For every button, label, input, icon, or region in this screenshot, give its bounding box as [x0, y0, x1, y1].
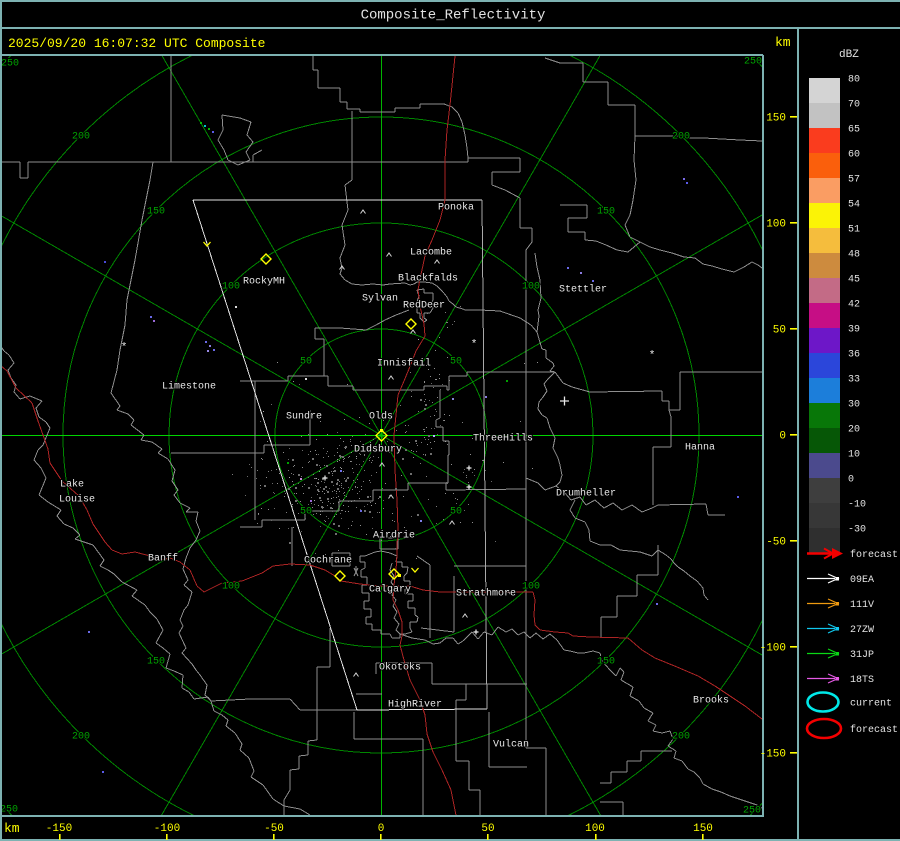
svg-text:50: 50 [300, 507, 312, 518]
svg-text:48: 48 [848, 250, 860, 261]
svg-text:-100: -100 [760, 643, 786, 655]
svg-text:39: 39 [848, 325, 860, 336]
svg-text:Drumheller: Drumheller [556, 488, 616, 500]
svg-text:*: * [121, 342, 128, 354]
svg-text:current: current [850, 699, 892, 710]
svg-text:Blackfalds: Blackfalds [398, 273, 458, 285]
svg-text:100: 100 [222, 282, 240, 293]
svg-text:200: 200 [672, 732, 690, 743]
svg-text:150: 150 [147, 207, 165, 218]
svg-text:250: 250 [744, 57, 762, 68]
svg-text:-30: -30 [848, 525, 866, 536]
svg-text:Hanna: Hanna [685, 443, 715, 454]
svg-text:0: 0 [779, 431, 786, 443]
svg-text:09EA: 09EA [850, 575, 874, 586]
svg-text:Sundre: Sundre [286, 411, 322, 423]
svg-text:150: 150 [597, 657, 615, 668]
svg-text:0: 0 [848, 475, 854, 486]
svg-text:Innisfail: Innisfail [377, 358, 431, 370]
svg-text:dBZ: dBZ [839, 49, 859, 61]
svg-text:27ZW: 27ZW [850, 625, 874, 636]
svg-text:Limestone: Limestone [162, 381, 216, 393]
svg-text:250: 250 [0, 805, 18, 816]
svg-text:*: * [649, 350, 656, 362]
svg-text:Louise: Louise [59, 494, 95, 506]
svg-text:-150: -150 [46, 823, 72, 835]
svg-text:*: * [471, 339, 478, 351]
svg-text:-100: -100 [154, 823, 180, 835]
svg-text:100: 100 [522, 282, 540, 293]
svg-text:60: 60 [848, 150, 860, 161]
svg-text:50: 50 [773, 325, 786, 337]
svg-text:forecast: forecast [850, 549, 898, 561]
svg-text:70: 70 [848, 100, 860, 111]
svg-text:150: 150 [147, 657, 165, 668]
svg-text:Okotoks: Okotoks [379, 662, 421, 674]
svg-text:42: 42 [848, 300, 860, 311]
svg-text:Didsbury: Didsbury [354, 444, 402, 456]
svg-text:50: 50 [450, 507, 462, 518]
svg-text:50: 50 [481, 823, 494, 835]
svg-text:ThreeHills: ThreeHills [473, 433, 533, 445]
svg-text:33: 33 [848, 375, 860, 386]
svg-text:150: 150 [597, 207, 615, 218]
svg-text:Lake: Lake [60, 479, 84, 491]
svg-text:-50: -50 [766, 537, 786, 549]
svg-text:57: 57 [848, 175, 860, 186]
svg-text:150: 150 [693, 823, 713, 835]
svg-text:km: km [775, 35, 791, 50]
svg-text:18TS: 18TS [850, 675, 874, 686]
svg-text:Cochrane: Cochrane [304, 555, 352, 567]
svg-text:RedDeer: RedDeer [403, 300, 445, 312]
svg-text:150: 150 [766, 113, 786, 125]
svg-text:Olds: Olds [369, 411, 393, 423]
svg-text:45: 45 [848, 275, 860, 286]
svg-text:36: 36 [848, 350, 860, 361]
svg-text:Calgary: Calgary [369, 584, 411, 596]
svg-text:65: 65 [848, 125, 860, 136]
svg-text:Vulcan: Vulcan [493, 739, 529, 751]
svg-text:forecast: forecast [850, 724, 898, 736]
svg-text:Strathmore: Strathmore [456, 588, 516, 600]
svg-text:-50: -50 [264, 823, 284, 835]
svg-text:100: 100 [585, 823, 605, 835]
svg-text:-10: -10 [848, 500, 866, 511]
svg-text:Composite_Reflectivity: Composite_Reflectivity [361, 8, 546, 24]
svg-text:Sylvan: Sylvan [362, 293, 398, 305]
svg-text:100: 100 [222, 582, 240, 593]
svg-text:Airdrie: Airdrie [373, 530, 415, 542]
svg-text:HighRiver: HighRiver [388, 699, 442, 711]
svg-text:250: 250 [1, 59, 19, 70]
svg-text:-150: -150 [760, 749, 786, 761]
svg-text:Brooks: Brooks [693, 695, 729, 707]
svg-text:50: 50 [300, 357, 312, 368]
svg-text:0: 0 [378, 823, 385, 835]
svg-text:RockyMH: RockyMH [243, 276, 285, 288]
svg-text:250: 250 [743, 806, 761, 817]
svg-text:31JP: 31JP [850, 650, 874, 661]
svg-text:Stettler: Stettler [559, 284, 607, 296]
svg-text:30: 30 [848, 400, 860, 411]
svg-text:Banff: Banff [148, 553, 178, 565]
svg-text:200: 200 [672, 132, 690, 143]
svg-text:100: 100 [522, 582, 540, 593]
svg-text:111V: 111V [850, 600, 874, 611]
svg-text:200: 200 [72, 732, 90, 743]
svg-text:20: 20 [848, 425, 860, 436]
svg-text:2025/09/20 16:07:32 UTC Compos: 2025/09/20 16:07:32 UTC Composite [8, 36, 265, 51]
svg-text:200: 200 [72, 132, 90, 143]
svg-text:km: km [4, 821, 20, 836]
svg-text:10: 10 [848, 450, 860, 461]
svg-text:Ponoka: Ponoka [438, 202, 474, 214]
svg-text:51: 51 [848, 225, 860, 236]
svg-text:54: 54 [848, 200, 860, 211]
svg-text:50: 50 [450, 357, 462, 368]
svg-text:100: 100 [766, 219, 786, 231]
svg-text:Lacombe: Lacombe [410, 247, 452, 259]
svg-text:80: 80 [848, 75, 860, 86]
